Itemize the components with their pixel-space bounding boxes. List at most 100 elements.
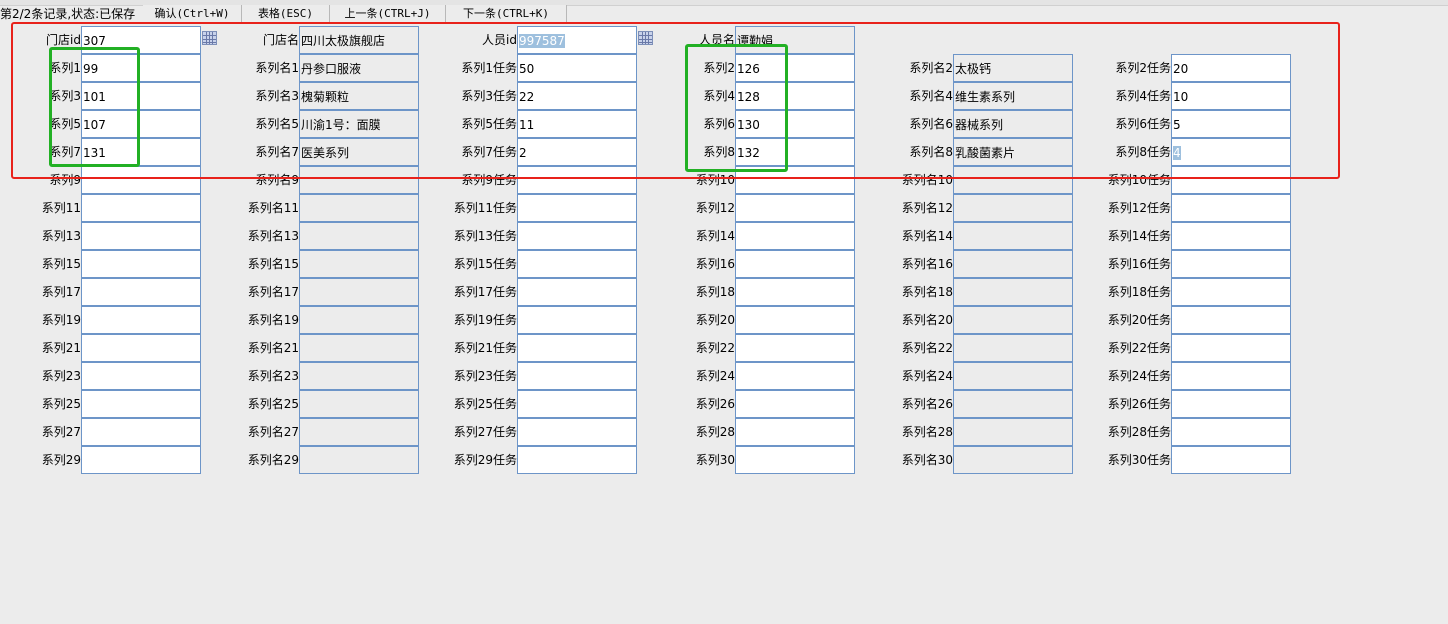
series12-code-field[interactable] [735, 194, 855, 222]
series11-name-field[interactable] [299, 194, 419, 222]
series12-task-field[interactable] [1171, 194, 1291, 222]
series14-task-field[interactable] [1171, 222, 1291, 250]
series30-task-field[interactable] [1171, 446, 1291, 474]
series21-name-label: 系列名21 [247, 341, 299, 355]
series24-code-label: 系列24 [695, 369, 735, 383]
series13-task-label: 系列13任务 [453, 229, 517, 243]
series26-name-label: 系列名26 [901, 397, 953, 411]
series16-name-field[interactable] [953, 250, 1073, 278]
series18-name-field[interactable] [953, 278, 1073, 306]
series19-name-label: 系列名19 [247, 313, 299, 327]
series17-code-field[interactable] [81, 278, 201, 306]
series11-task-field[interactable] [517, 194, 637, 222]
series20-name-field[interactable] [953, 306, 1073, 334]
series28-code-label: 系列28 [695, 425, 735, 439]
series28-name-field[interactable] [953, 418, 1073, 446]
series21-code-field[interactable] [81, 334, 201, 362]
series29-task-field[interactable] [517, 446, 637, 474]
series25-code-field[interactable] [81, 390, 201, 418]
series24-task-field[interactable] [1171, 362, 1291, 390]
series11-code-field[interactable] [81, 194, 201, 222]
series23-name-field[interactable] [299, 362, 419, 390]
series25-name-field[interactable] [299, 390, 419, 418]
series14-name-label: 系列名14 [901, 229, 953, 243]
series21-task-field[interactable] [517, 334, 637, 362]
series13-name-field[interactable] [299, 222, 419, 250]
series28-task-label: 系列28任务 [1107, 425, 1171, 439]
series20-task-field[interactable] [1171, 306, 1291, 334]
series20-code-field[interactable] [735, 306, 855, 334]
confirm-button[interactable]: 确认(Ctrl+W) [143, 5, 242, 22]
series30-name-label: 系列名30 [901, 453, 953, 467]
table-button[interactable]: 表格(ESC) [242, 5, 330, 22]
series27-code-label: 系列27 [41, 425, 81, 439]
series18-task-field[interactable] [1171, 278, 1291, 306]
series25-name-label: 系列名25 [247, 397, 299, 411]
series20-name-label: 系列名20 [901, 313, 953, 327]
series26-code-label: 系列26 [695, 397, 735, 411]
series22-code-field[interactable] [735, 334, 855, 362]
series22-name-field[interactable] [953, 334, 1073, 362]
series27-task-field[interactable] [517, 418, 637, 446]
series14-name-field[interactable] [953, 222, 1073, 250]
series18-code-field[interactable] [735, 278, 855, 306]
series26-name-field[interactable] [953, 390, 1073, 418]
series15-task-field[interactable] [517, 250, 637, 278]
series29-code-field[interactable] [81, 446, 201, 474]
series24-name-label: 系列名24 [901, 369, 953, 383]
series11-name-label: 系列名11 [247, 201, 299, 215]
series19-name-field[interactable] [299, 306, 419, 334]
series12-name-field[interactable] [953, 194, 1073, 222]
series16-code-field[interactable] [735, 250, 855, 278]
series15-code-field[interactable] [81, 250, 201, 278]
series26-task-field[interactable] [1171, 390, 1291, 418]
series26-task-label: 系列26任务 [1107, 397, 1171, 411]
series16-task-field[interactable] [1171, 250, 1291, 278]
series14-task-label: 系列14任务 [1107, 229, 1171, 243]
series28-task-field[interactable] [1171, 418, 1291, 446]
series28-code-field[interactable] [735, 418, 855, 446]
series30-name-field[interactable] [953, 446, 1073, 474]
series17-task-label: 系列17任务 [453, 285, 517, 299]
prev-record-button[interactable]: 上一条(CTRL+J) [330, 5, 446, 22]
highlight-box-green-even [685, 44, 788, 172]
series24-code-field[interactable] [735, 362, 855, 390]
series27-name-field[interactable] [299, 418, 419, 446]
series13-code-field[interactable] [81, 222, 201, 250]
series27-code-field[interactable] [81, 418, 201, 446]
series23-task-field[interactable] [517, 362, 637, 390]
series13-code-label: 系列13 [41, 229, 81, 243]
series21-code-label: 系列21 [41, 341, 81, 355]
series17-task-field[interactable] [517, 278, 637, 306]
series13-task-field[interactable] [517, 222, 637, 250]
series14-code-label: 系列14 [695, 229, 735, 243]
series19-code-field[interactable] [81, 306, 201, 334]
series21-name-field[interactable] [299, 334, 419, 362]
series23-code-field[interactable] [81, 362, 201, 390]
series20-code-label: 系列20 [695, 313, 735, 327]
series26-code-field[interactable] [735, 390, 855, 418]
series24-task-label: 系列24任务 [1107, 369, 1171, 383]
series25-code-label: 系列25 [41, 397, 81, 411]
series27-task-label: 系列27任务 [453, 425, 517, 439]
series16-name-label: 系列名16 [901, 257, 953, 271]
series30-task-label: 系列30任务 [1107, 453, 1171, 467]
series14-code-field[interactable] [735, 222, 855, 250]
series25-task-field[interactable] [517, 390, 637, 418]
series22-task-field[interactable] [1171, 334, 1291, 362]
series30-code-field[interactable] [735, 446, 855, 474]
series12-code-label: 系列12 [695, 201, 735, 215]
series18-code-label: 系列18 [695, 285, 735, 299]
series15-task-label: 系列15任务 [453, 257, 517, 271]
series24-name-field[interactable] [953, 362, 1073, 390]
series29-task-label: 系列29任务 [453, 453, 517, 467]
next-record-button[interactable]: 下一条(CTRL+K) [446, 5, 567, 22]
series17-name-field[interactable] [299, 278, 419, 306]
series29-name-field[interactable] [299, 446, 419, 474]
series15-name-field[interactable] [299, 250, 419, 278]
form-window: 第2/2条记录,状态:已保存 确认(Ctrl+W) 表格(ESC) 上一条(CT… [0, 0, 1448, 624]
series19-task-field[interactable] [517, 306, 637, 334]
series23-name-label: 系列名23 [247, 369, 299, 383]
highlight-box-red [11, 22, 1340, 179]
series25-task-label: 系列25任务 [453, 397, 517, 411]
